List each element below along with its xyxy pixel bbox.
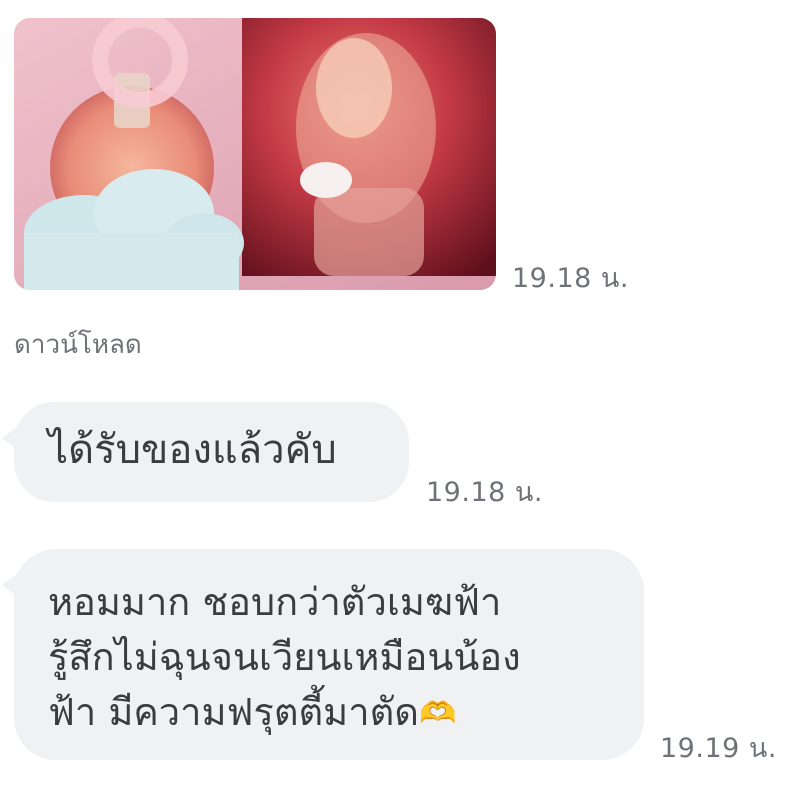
chat-thread: 19.18 น. ดาวน์โหลด ได้รับของแล้วคับ 19.1… bbox=[0, 0, 800, 800]
perfume-photo-icon bbox=[14, 18, 496, 290]
message-text: ได้รับของแล้วคับ bbox=[48, 427, 337, 473]
message-timestamp: 19.18 น. bbox=[512, 263, 629, 294]
heart-hands-icon: 🫶 bbox=[418, 696, 457, 731]
message-timestamp: 19.18 น. bbox=[426, 477, 543, 508]
message-line-text: ฟ้า มีความฟรุตตี้มาตัด bbox=[48, 690, 419, 734]
message-bubble[interactable]: ได้รับของแล้วคับ bbox=[2, 402, 409, 502]
message-text: หอมมาก ชอบกว่าตัวเมฆฟ้า รู้สึกไม่ฉุนจนเว… bbox=[48, 575, 633, 741]
message-line: หอมมาก ชอบกว่าตัวเมฆฟ้า bbox=[48, 580, 502, 624]
message-bubble[interactable]: หอมมาก ชอบกว่าตัวเมฆฟ้า รู้สึกไม่ฉุนจนเว… bbox=[2, 549, 644, 760]
download-link[interactable]: ดาวน์โหลด bbox=[14, 324, 142, 365]
message-line: ฟ้า มีความฟรุตตี้มาตัด🫶 bbox=[48, 685, 633, 741]
message-line: รู้สึกไม่ฉุนจนเวียนเหมือนน้อง bbox=[48, 635, 521, 679]
message-timestamp: 19.19 น. bbox=[660, 733, 777, 764]
image-message[interactable] bbox=[14, 18, 496, 290]
